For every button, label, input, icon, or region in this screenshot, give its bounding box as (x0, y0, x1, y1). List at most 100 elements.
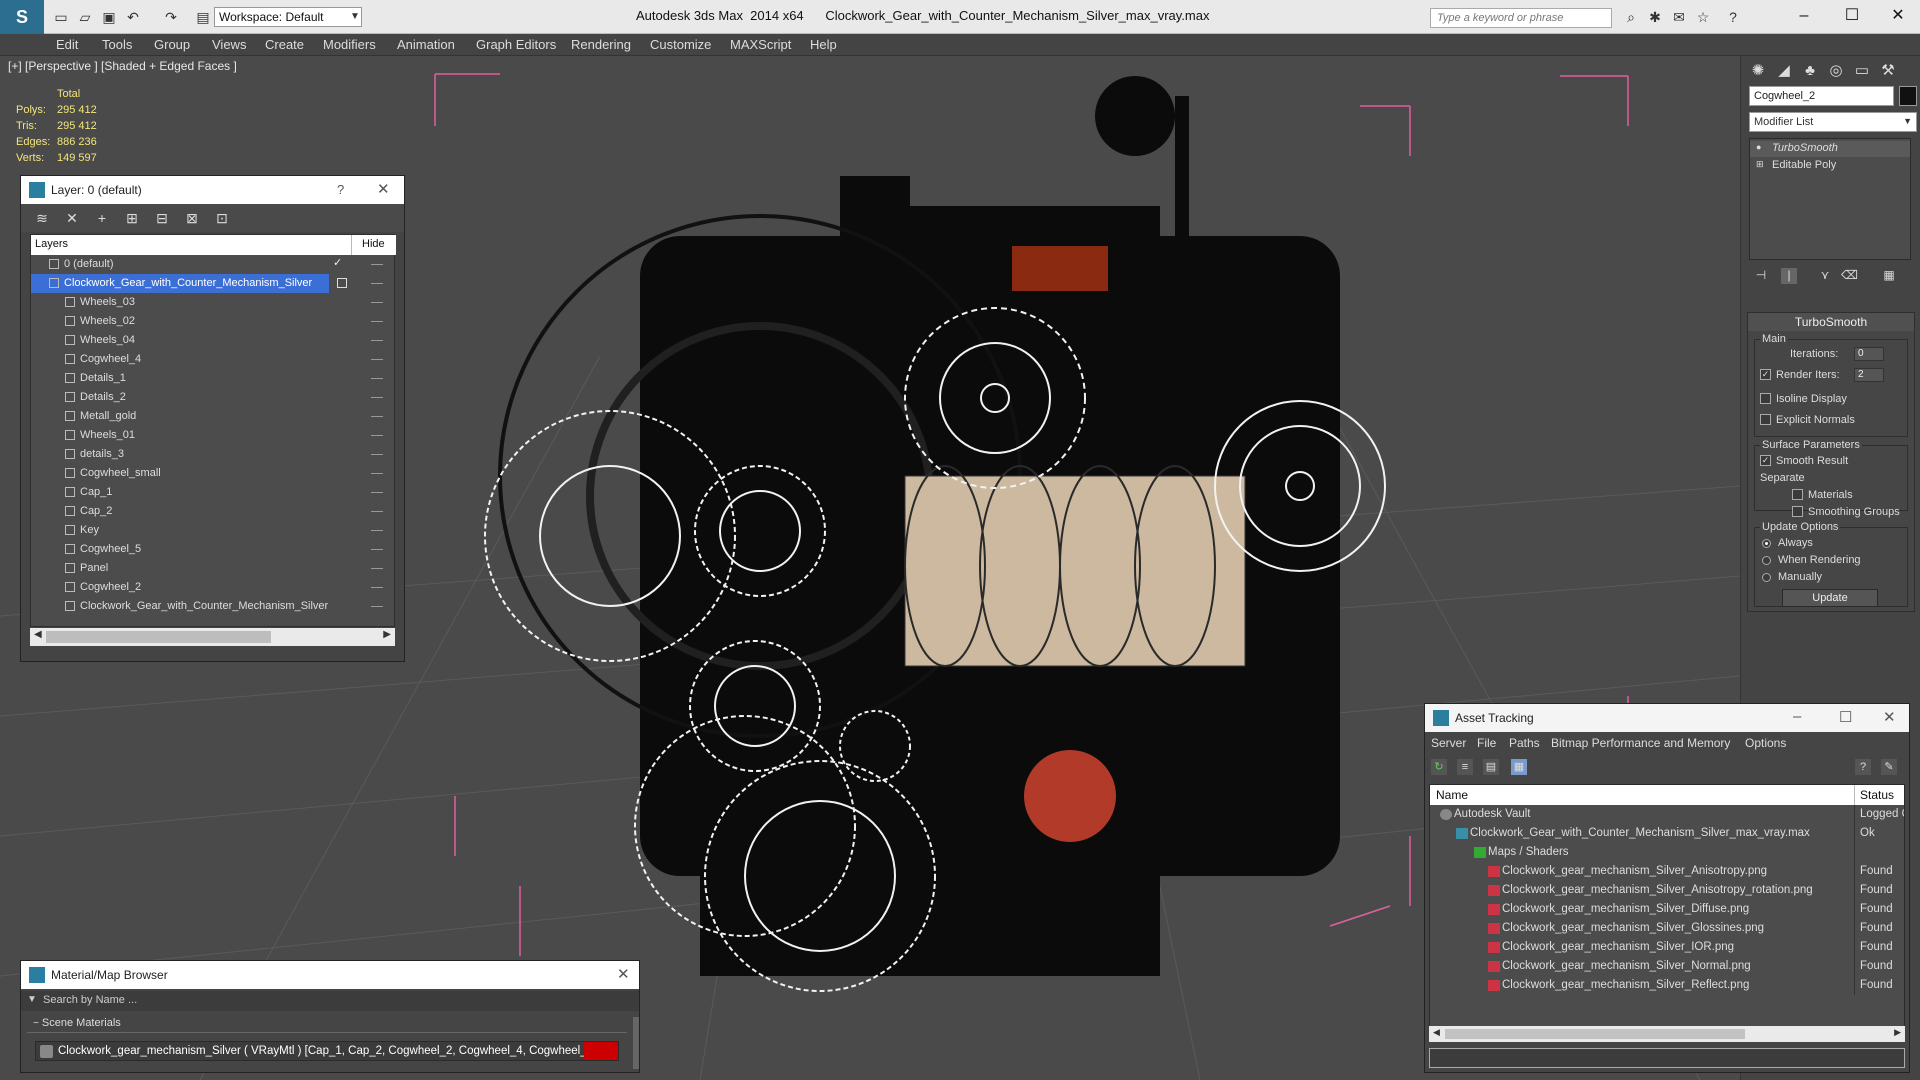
asset-row[interactable]: Clockwork_gear_mechanism_Silver_Normal.p… (1430, 957, 1904, 976)
object-name-field[interactable]: Cogwheel_2 (1749, 86, 1894, 106)
chevron-down-icon[interactable]: ▼ (1903, 116, 1912, 126)
hide-all-icon[interactable]: ⊠ (183, 209, 201, 227)
layer-object-row[interactable]: Cogwheel_5 (31, 540, 391, 559)
col-layers[interactable]: Layers (35, 238, 68, 250)
scroll-left-icon[interactable]: ◀ (1433, 1027, 1440, 1038)
scene-materials-section[interactable]: − Scene Materials (27, 1017, 627, 1033)
asset-row[interactable]: Clockwork_gear_mechanism_Silver_Anisotro… (1430, 881, 1904, 900)
scroll-right-icon[interactable]: ▶ (1894, 1027, 1901, 1038)
col-hide[interactable]: Hide (362, 238, 385, 250)
minimize-icon[interactable]: – (1793, 708, 1801, 725)
refresh-icon[interactable]: ↻ (1431, 759, 1447, 775)
help-icon[interactable]: ? (337, 182, 344, 197)
layer-object-row[interactable]: Wheels_02 (31, 312, 391, 331)
menu-maxscript[interactable]: MAXScript (730, 37, 791, 52)
material-search-input[interactable]: ▼ Search by Name ... (21, 991, 639, 1011)
object-color-swatch[interactable] (1899, 86, 1917, 106)
manually-radio[interactable] (1762, 573, 1771, 582)
layer-object-row[interactable]: details_3 (31, 445, 391, 464)
layer-object-row[interactable]: Panel (31, 559, 391, 578)
isoline-checkbox[interactable] (1760, 393, 1771, 404)
layer-object-row[interactable]: Details_2 (31, 388, 391, 407)
highlight-layer-icon[interactable]: ⊟ (153, 209, 171, 227)
asset-row[interactable]: Autodesk Vault Logged O (1430, 805, 1904, 824)
workspace-select[interactable]: Workspace: Default (214, 7, 362, 27)
minimize-button[interactable]: – (1784, 4, 1824, 28)
render-iters-checkbox[interactable]: ✓ (1760, 369, 1771, 380)
asset-row[interactable]: Clockwork_gear_mechanism_Silver_Anisotro… (1430, 862, 1904, 881)
layer-object-row[interactable]: Metall_gold (31, 407, 391, 426)
project-folder-icon[interactable]: ▤ (194, 8, 212, 26)
materials-checkbox[interactable] (1792, 489, 1803, 500)
grid-view-icon[interactable]: ▦ (1511, 759, 1527, 775)
favorites-star-icon[interactable]: ☆ (1694, 8, 1712, 26)
stack-item-turbosmooth[interactable]: ● TurboSmooth (1750, 141, 1910, 157)
viewport-label[interactable]: [+] [Perspective ] [Shaded + Edged Faces… (8, 59, 237, 73)
hide-toggle[interactable] (371, 606, 383, 607)
layer-object-row[interactable]: Cogwheel_4 (31, 350, 391, 369)
at-menu-server[interactable]: Server (1431, 736, 1466, 750)
pin-stack-icon[interactable]: ⊣ (1753, 268, 1769, 284)
configure-sets-icon[interactable]: ▦ (1881, 268, 1897, 284)
layer-object-row[interactable]: Details_1 (31, 369, 391, 388)
remove-modifier-icon[interactable]: ⌫ (1841, 268, 1858, 284)
at-menu-paths[interactable]: Paths (1509, 736, 1540, 750)
add-to-layer-icon[interactable]: + (93, 209, 111, 227)
when-rendering-radio[interactable] (1762, 556, 1771, 565)
menu-graph-editors[interactable]: Graph Editors (476, 37, 556, 52)
hide-toggle[interactable] (371, 492, 383, 493)
app-logo-icon[interactable]: S (0, 0, 44, 34)
scrollbar-thumb[interactable] (1445, 1029, 1745, 1039)
scroll-left-icon[interactable]: ◀ (34, 629, 42, 640)
stack-item-editable-poly[interactable]: ⊞ Editable Poly (1750, 158, 1910, 174)
close-button[interactable]: ✕ (1878, 4, 1918, 28)
hide-toggle[interactable] (371, 568, 383, 569)
menu-rendering[interactable]: Rendering (571, 37, 631, 52)
hide-toggle[interactable] (371, 302, 383, 303)
layer-object-row[interactable]: Cap_2 (31, 502, 391, 521)
options-icon[interactable]: ✎ (1881, 759, 1897, 775)
collapse-icon[interactable]: − (33, 1018, 39, 1029)
help-icon[interactable]: ? (1724, 8, 1742, 26)
menu-edit[interactable]: Edit (56, 37, 78, 52)
layer-object-row[interactable]: Key (31, 521, 391, 540)
expand-icon[interactable]: ⊞ (1756, 159, 1764, 170)
scrollbar-thumb[interactable] (46, 631, 271, 643)
layer-object-row[interactable]: Clockwork_Gear_with_Counter_Mechanism_Si… (31, 597, 391, 616)
at-menu-bitmap[interactable]: Bitmap Performance and Memory (1551, 736, 1730, 750)
maximize-icon[interactable]: ☐ (1839, 708, 1852, 726)
redo-icon[interactable]: ↷ (162, 8, 180, 26)
modifier-list-dropdown[interactable]: Modifier List ▼ (1749, 112, 1917, 132)
layer-object-row[interactable]: Cogwheel_small (31, 464, 391, 483)
asset-row[interactable]: Clockwork_gear_mechanism_Silver_IOR.png F… (1430, 938, 1904, 957)
smoothing-groups-checkbox[interactable] (1792, 506, 1803, 517)
asset-row[interactable]: Maps / Shaders (1430, 843, 1904, 862)
vertical-scrollbar[interactable] (633, 1017, 639, 1069)
menu-animation[interactable]: Animation (397, 37, 455, 52)
horizontal-scrollbar[interactable]: ◀ ▶ (30, 628, 395, 646)
menu-modifiers[interactable]: Modifiers (323, 37, 376, 52)
material-browser-title-bar[interactable]: Material/Map Browser ✕ (21, 961, 639, 989)
maximize-button[interactable]: ☐ (1832, 4, 1872, 28)
hide-toggle[interactable] (371, 549, 383, 550)
hide-toggle[interactable] (371, 321, 383, 322)
horizontal-scrollbar[interactable]: ◀ ▶ (1429, 1026, 1905, 1042)
help-icon[interactable]: ? (1855, 759, 1871, 775)
update-button[interactable]: Update (1782, 589, 1878, 607)
at-menu-options[interactable]: Options (1745, 736, 1786, 750)
close-icon[interactable]: ✕ (1883, 708, 1896, 726)
make-unique-icon[interactable]: ⋎ (1817, 268, 1833, 284)
keyword-search-input[interactable]: Type a keyword or phrase (1430, 8, 1612, 28)
asset-path-field[interactable] (1429, 1048, 1905, 1068)
layer-row-selected[interactable]: Clockwork_Gear_with_Counter_Mechanism_Si… (31, 274, 391, 293)
hide-toggle[interactable] (371, 435, 383, 436)
hide-toggle[interactable] (371, 283, 383, 284)
always-radio[interactable] (1762, 539, 1771, 548)
binoculars-icon[interactable]: ⌕ (1622, 8, 1640, 26)
scroll-right-icon[interactable]: ▶ (383, 629, 391, 640)
asset-row[interactable]: Clockwork_gear_mechanism_Silver_Reflect.… (1430, 976, 1904, 995)
hide-toggle[interactable] (371, 359, 383, 360)
open-file-icon[interactable]: ▱ (76, 8, 94, 26)
col-status[interactable]: Status (1860, 788, 1894, 802)
asset-row[interactable]: Clockwork_gear_mechanism_Silver_Diffuse.… (1430, 900, 1904, 919)
